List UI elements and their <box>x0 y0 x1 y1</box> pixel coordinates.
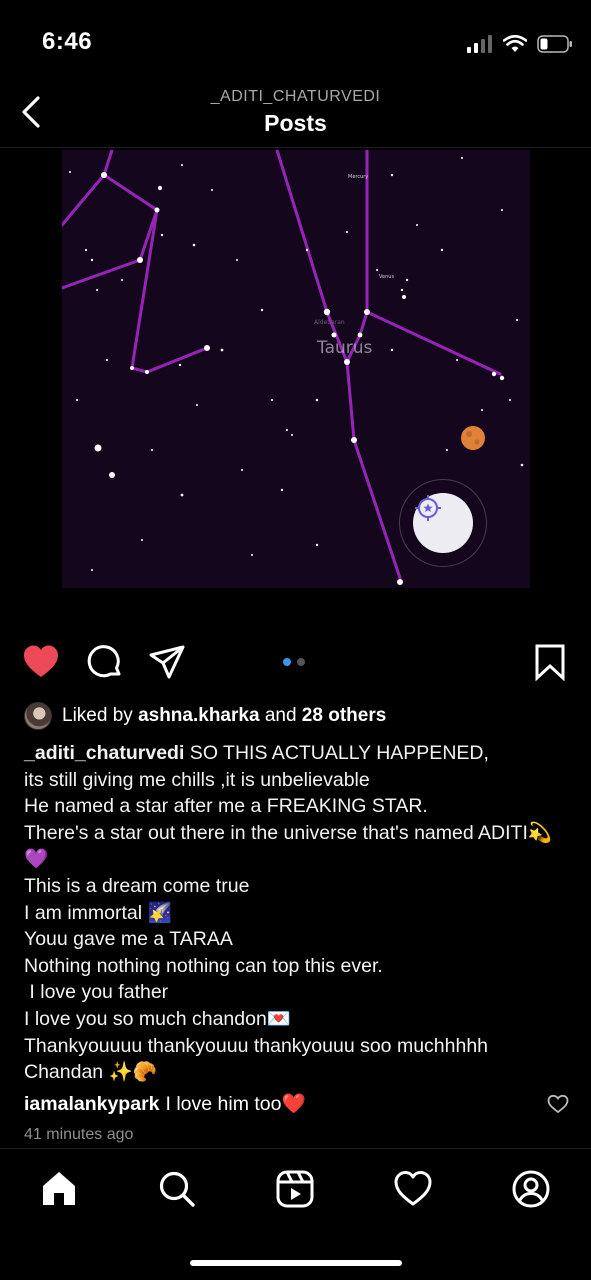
comment-row: iamalankypark I love him too❤️ <box>24 1090 569 1118</box>
status-time: 6:46 <box>42 28 93 55</box>
signal-icon <box>467 35 492 53</box>
constellation-label: Taurus <box>316 338 373 358</box>
like-button[interactable] <box>22 643 60 681</box>
likes-summary[interactable]: Liked by ashna.kharka and 28 others <box>24 702 386 730</box>
comment-button[interactable] <box>86 643 124 681</box>
tab-reels[interactable] <box>275 1169 315 1209</box>
tab-profile[interactable] <box>511 1169 551 1209</box>
share-button[interactable] <box>148 643 186 681</box>
likes-text: Liked by ashna.kharka and 28 others <box>62 705 386 727</box>
tab-activity[interactable] <box>393 1169 433 1209</box>
status-bar: 6:46 <box>0 0 591 80</box>
post-timestamp: 41 minutes ago <box>24 1126 134 1143</box>
bookmark-icon <box>535 644 565 682</box>
carousel-indicator <box>283 658 305 666</box>
carousel-dot-active <box>283 658 291 666</box>
nav-header: _ADITI_CHATURVEDI Posts <box>0 80 591 148</box>
venus-label: Venus <box>379 274 394 280</box>
search-icon <box>159 1171 195 1207</box>
comment-text: I love him too❤️ <box>165 1093 306 1115</box>
star-locate-icon <box>415 495 441 521</box>
comment-like-button[interactable] <box>547 1094 569 1114</box>
post-actions <box>0 640 591 684</box>
bottom-tab-bar <box>0 1148 591 1280</box>
carousel-dot <box>297 658 305 666</box>
post-image[interactable]: Mercury Venus Aldebaran Taurus <box>62 150 530 588</box>
save-button[interactable] <box>531 643 569 682</box>
activity-heart-icon <box>394 1171 432 1206</box>
heart-filled-icon <box>24 645 58 677</box>
liker-avatar <box>24 702 52 730</box>
locate-button[interactable] <box>413 493 473 553</box>
comment-username[interactable]: iamalankypark <box>24 1093 160 1116</box>
mercury-label: Mercury <box>348 174 368 180</box>
profile-icon <box>512 1170 550 1208</box>
heart-outline-icon <box>547 1094 569 1114</box>
status-icons <box>467 32 573 56</box>
battery-icon <box>537 35 572 53</box>
tab-search[interactable] <box>157 1169 197 1209</box>
nav-username[interactable]: _ADITI_CHATURVEDI <box>0 88 591 106</box>
tab-home[interactable] <box>39 1169 79 1209</box>
home-icon <box>43 1172 75 1205</box>
share-icon <box>149 645 185 679</box>
aldebaran-label: Aldebaran <box>314 319 345 326</box>
caption-text: SO THIS ACTUALLY HAPPENED, its still giv… <box>24 742 553 1084</box>
likes-others[interactable]: 28 others <box>302 705 386 726</box>
caption-username[interactable]: _aditi_chaturvedi <box>24 742 184 764</box>
home-indicator[interactable] <box>190 1260 402 1266</box>
post-caption: _aditi_chaturvedi SO THIS ACTUALLY HAPPE… <box>24 740 574 1086</box>
likes-joiner: and <box>264 705 297 726</box>
wifi-icon <box>503 35 527 52</box>
reels-icon <box>276 1170 314 1208</box>
likes-prefix: Liked by <box>62 705 133 726</box>
liker-username[interactable]: ashna.kharka <box>138 705 259 726</box>
page-title: Posts <box>264 110 327 136</box>
comment-icon <box>87 645 121 678</box>
moon-icon <box>461 426 485 450</box>
